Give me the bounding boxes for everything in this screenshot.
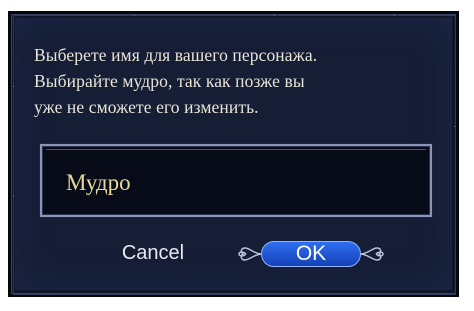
ok-button-group[interactable]: OK (236, 236, 386, 272)
ok-button[interactable]: OK (261, 241, 361, 267)
character-name-input[interactable]: Мудро (40, 144, 432, 217)
prompt-line-3: уже не сможете его изменить. (34, 97, 259, 117)
prompt-line-1: Выберете имя для вашего персонажа. (34, 45, 318, 65)
character-name-value: Мудро (66, 170, 131, 195)
prompt-line-2: Выбирайте мудро, так как позже вы (34, 71, 305, 91)
cancel-button[interactable]: Cancel (113, 238, 193, 268)
dialog-prompt: Выберете имя для вашего персонажа. Выбир… (34, 42, 434, 120)
